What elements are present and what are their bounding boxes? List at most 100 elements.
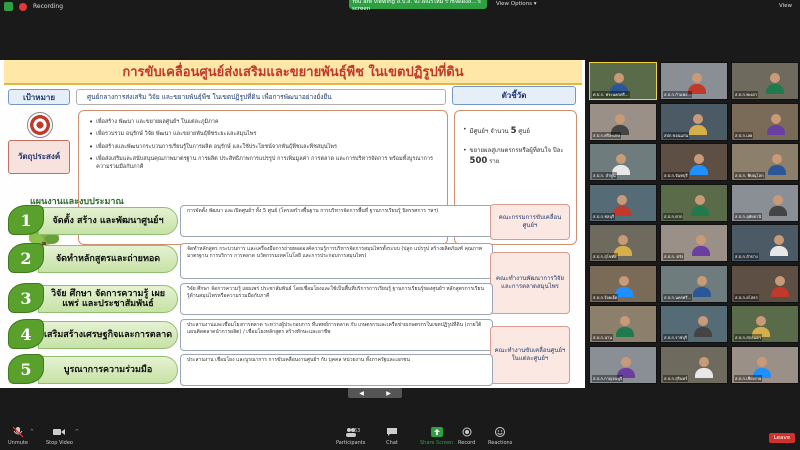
participant-body [769,205,787,216]
participant-body [613,205,631,216]
participant-name: ส.ป.ก.ศรีสะเกษ [592,131,621,139]
target-icon [27,112,53,138]
plan-description: จัดทำหลักสูตร กระบวนการ และเครื่องมือการ… [180,243,493,279]
unmute-button[interactable]: Unmute ^ [8,427,34,446]
plan-title: จัดตั้ง สร้าง และพัฒนาศูนย์ฯ [38,207,178,235]
plan-description: ประสานงาน เชื่อมโยง และบูรณาการ การขับเค… [180,354,493,386]
participant-face [617,194,627,205]
plan-title: วิจัย ศึกษา จัดการความรู้ เผยแพร่ และประ… [38,285,178,313]
participant-tile[interactable]: ส.ป.ก.ราชบุรี [660,305,728,343]
participant-tile[interactable]: ส.ป.ก.ลำปาง [731,224,799,262]
participant-tile[interactable]: ส.ป.ก.สกลนคร [731,305,799,343]
participant-tile[interactable]: สปก.ขอนแก่น [660,102,728,141]
participant-name: ส.ป.ก.สุรินทร์ [663,374,689,382]
participant-face [620,316,630,326]
leave-button[interactable]: Leave [769,433,795,443]
participant-face [694,154,704,164]
participant-body [768,165,786,175]
view-button[interactable]: View [779,3,792,9]
participant-body [693,286,711,297]
viewing-screen-banner: You are viewing ส.ป.ส. จะวัดแร่ใหม่ ราชจ… [349,0,487,12]
participant-gallery: ศ.ป.ก. พระนครศรี... ส.ป.ก.กำแพง... ส.ป.ก.พ… [589,62,800,388]
participant-body [767,124,785,135]
participant-name: ส.ป.ก.ตาก [663,212,684,220]
participant-name: ส.ป.ก.กำแพง... [663,91,692,98]
participant-face [773,194,783,205]
participant-tile[interactable]: ส.ป.ก.ตาก [660,183,728,222]
meeting-topbar: Recording You are viewing ส.ป.ส. จะวัดแร… [0,0,800,14]
participant-body [691,205,709,216]
share-screen-icon [430,427,443,437]
participant-tile[interactable]: ส.ป.ก. พิษณุโลก [731,143,799,181]
plan-row: วิจัย ศึกษา จัดการความรู้ เผยแพร่ และประ… [8,283,583,315]
chat-button[interactable]: Chat [386,427,398,446]
next-slide-button[interactable]: ▶ [386,390,391,397]
participants-button[interactable]: Participants [336,427,365,446]
video-options-caret[interactable]: ^ [75,429,79,435]
security-shield-icon[interactable] [4,2,13,11]
participant-name: ส.ป.ก.เลย [734,131,754,139]
objective-item: • เพื่อรวบรวม อนุรักษ์ วิจัย พัฒนา และขยา… [89,130,257,139]
plan-number: 5 [8,354,44,384]
participant-body [695,367,713,378]
share-screen-button[interactable]: Share Screen [420,427,453,446]
participant-tile[interactable]: ศ.ป.ก. พระนครศรี... [589,62,657,100]
reactions-button[interactable]: Reactions [488,427,512,446]
participant-tile[interactable]: ส.ป.ก.ร้อยเอ็ด [589,264,657,303]
participant-tile[interactable]: ส.ป.ก.พะเยา [731,62,799,100]
objective-item: • เพื่อส่งเสริมและสนับสนุนคุณภาพมาตรฐาน ก… [89,155,433,170]
participant-face [775,275,785,286]
participant-tile[interactable]: ส.ป.ก.สุรินทร์ [660,345,728,384]
audio-options-caret[interactable]: ^ [30,429,34,435]
participant-name: ส.ป.ก.น่าน [592,334,613,341]
participant-body [692,246,710,256]
participant-tile[interactable]: ส.ป.ก.กาญจนบุรี [589,345,657,384]
participant-tile[interactable]: ส.ป.ก.กำแพง... [660,62,728,100]
participant-face [770,73,780,83]
view-options-button[interactable]: View Options ▾ [496,1,537,7]
participant-tile[interactable]: ส.ป.ก.สุโขทัย [589,224,657,262]
participant-name: ส.ป.ก.สกลนคร [734,334,763,341]
record-button[interactable]: Record [458,427,475,446]
participant-tile[interactable]: ส.ป.ก.อุทัยธานี [731,183,799,222]
participant-face [616,154,626,164]
indicator-item: • มีศูนย์ฯ จำนวน 5 ศูนย์ [463,126,530,136]
participant-name: ศ.ป.ก. พระนครศรี... [592,91,630,98]
participant-face [618,235,628,245]
video-camera-icon [53,429,66,435]
participant-body [694,327,712,337]
participant-name: ส.ป.ก.ชลบุรี [592,212,616,220]
participant-face [774,235,784,245]
participant-tile[interactable]: ส.ป.ก.น่าน [589,305,657,343]
goal-tag: เป้าหมาย [8,89,70,105]
participant-tile[interactable]: ส.ป.ก. ตรัง [660,224,728,262]
participant-tile[interactable]: ส.ป.ก.เชียงราย [731,345,799,384]
stop-video-button[interactable]: Stop Video ^ [46,427,79,446]
participant-name: ส.ป.ก.ร้อยเอ็ด [592,293,619,301]
participant-face [619,275,629,286]
participant-face [697,275,707,286]
prev-slide-button[interactable]: ◀ [359,390,364,397]
chat-icon [387,428,397,436]
participants-count: 63 [354,428,361,434]
participant-name: ส.ป.ก.นครศรี... [663,293,693,301]
participant-name: ส.ป.ก.ยโสธร [734,293,759,301]
participant-name: ส.ป.ก.กาญจนบุรี [592,374,624,382]
plan-row: บูรณาการความร่วมมือ 5 ประสานงาน เชื่อมโย… [8,354,583,386]
participant-body [766,84,784,94]
participant-name: ส.ป.ก.พะเยา [734,91,758,98]
participant-tile[interactable]: ส.ป.ก.ศรีสะเกษ [589,102,657,141]
plan-description: การจัดตั้ง พัฒนา และเปิดศูนย์ฯ ทั้ง 5 ศู… [180,205,493,237]
participant-tile[interactable]: ส.ป.ก.จันทบุรี [660,143,728,181]
slide-title: การขับเคลื่อนศูนย์ส่งเสริมและขยายพันธุ์พ… [122,65,464,80]
microphone-muted-icon [12,427,24,437]
participant-face [771,113,781,124]
participant-tile[interactable]: ส.ป.ก.ชลบุรี [589,183,657,222]
participant-tile[interactable]: ส.ป.ก.ยโสธร [731,264,799,303]
participant-name: ส.ป.ก.สุโขทัย [592,253,618,260]
participant-tile[interactable]: ส.ป.ก.เลย [731,102,799,141]
participant-tile[interactable]: ส.ป.ก. ลำพูน [589,143,657,181]
participant-face [615,113,625,124]
record-icon [462,427,472,437]
participant-tile[interactable]: ส.ป.ก.นครศรี... [660,264,728,303]
